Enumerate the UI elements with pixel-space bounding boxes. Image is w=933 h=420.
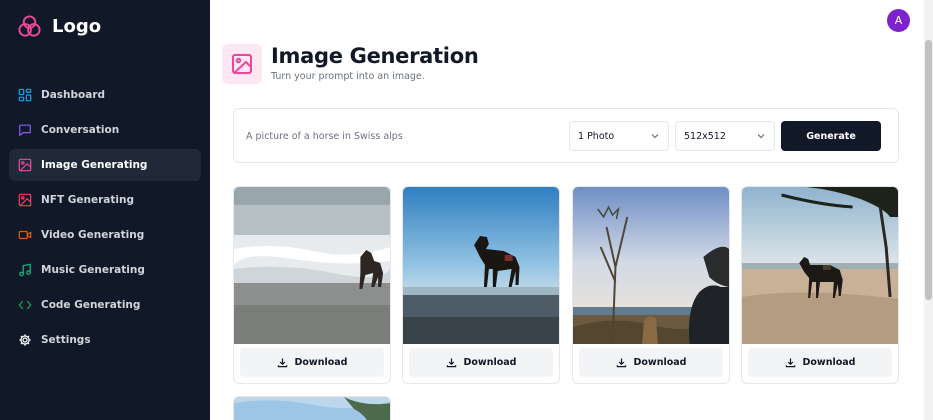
avatar[interactable]: A [887, 9, 910, 32]
generated-image[interactable] [234, 397, 391, 420]
video-icon [18, 230, 32, 240]
download-icon [785, 358, 795, 368]
sidebar-item-settings[interactable]: Settings [9, 324, 201, 356]
sidebar-item-image-generating[interactable]: Image Generating [9, 149, 201, 181]
dashboard-icon [18, 88, 32, 102]
download-button[interactable]: Download [579, 348, 723, 377]
download-label: Download [802, 357, 856, 368]
prompt-form: 1 Photo 512x512 Generate [233, 108, 899, 163]
download-label: Download [294, 357, 348, 368]
image-icon [232, 54, 252, 74]
photo-count-value: 1 Photo [578, 130, 615, 142]
page-icon [222, 44, 262, 84]
logo-icon [18, 15, 41, 37]
chat-icon [19, 124, 31, 136]
sidebar-item-video-generating[interactable]: Video Generating [9, 219, 201, 251]
image-card: Download [572, 186, 730, 384]
image-icon [18, 193, 32, 207]
sidebar: Logo Dashboard Conversation Image Genera… [0, 0, 210, 420]
scrollbar[interactable] [924, 0, 933, 420]
resolution-value: 512x512 [684, 130, 726, 142]
gear-icon [19, 334, 31, 346]
generated-image[interactable] [403, 187, 559, 344]
chevron-down-icon [651, 134, 659, 139]
chevron-down-icon [757, 134, 765, 139]
logo-text: Logo [52, 16, 102, 37]
prompt-input[interactable] [246, 125, 556, 147]
image-card: Download [233, 186, 391, 384]
code-icon [18, 300, 32, 310]
logo[interactable]: Logo [17, 14, 101, 39]
sidebar-item-label: Dashboard [41, 89, 106, 101]
sidebar-item-label: Music Generating [41, 264, 145, 276]
image-card: Download [402, 186, 560, 384]
image-card [233, 396, 391, 420]
sidebar-item-label: Image Generating [41, 159, 148, 171]
download-icon [616, 358, 626, 368]
sidebar-item-label: Code Generating [41, 299, 141, 311]
page-subtitle: Turn your prompt into an image. [271, 71, 425, 82]
download-button[interactable]: Download [240, 348, 384, 377]
scrollbar-thumb[interactable] [925, 40, 932, 300]
download-label: Download [463, 357, 517, 368]
resolution-select[interactable]: 512x512 [675, 121, 775, 151]
sidebar-item-label: Video Generating [41, 229, 145, 241]
sidebar-item-dashboard[interactable]: Dashboard [9, 79, 201, 111]
sidebar-item-code-generating[interactable]: Code Generating [9, 289, 201, 321]
image-card: Download [741, 186, 899, 384]
generate-button[interactable]: Generate [781, 121, 881, 151]
page-title: Image Generation [271, 44, 479, 68]
sidebar-item-nft-generating[interactable]: NFT Generating [9, 184, 201, 216]
download-icon [446, 358, 456, 368]
generated-image[interactable] [742, 187, 898, 344]
sidebar-nav: Dashboard Conversation Image Generating … [9, 79, 201, 359]
sidebar-item-label: NFT Generating [41, 194, 134, 206]
download-label: Download [633, 357, 687, 368]
generated-image[interactable] [234, 187, 390, 344]
sidebar-item-label: Conversation [41, 124, 120, 136]
photo-count-select[interactable]: 1 Photo [569, 121, 669, 151]
download-button[interactable]: Download [409, 348, 553, 377]
sidebar-item-conversation[interactable]: Conversation [9, 114, 201, 146]
image-icon [18, 158, 32, 172]
download-icon [277, 358, 287, 368]
music-icon [19, 263, 31, 277]
sidebar-item-label: Settings [41, 334, 91, 346]
generated-image[interactable] [573, 187, 729, 344]
download-button[interactable]: Download [748, 348, 892, 377]
sidebar-item-music-generating[interactable]: Music Generating [9, 254, 201, 286]
